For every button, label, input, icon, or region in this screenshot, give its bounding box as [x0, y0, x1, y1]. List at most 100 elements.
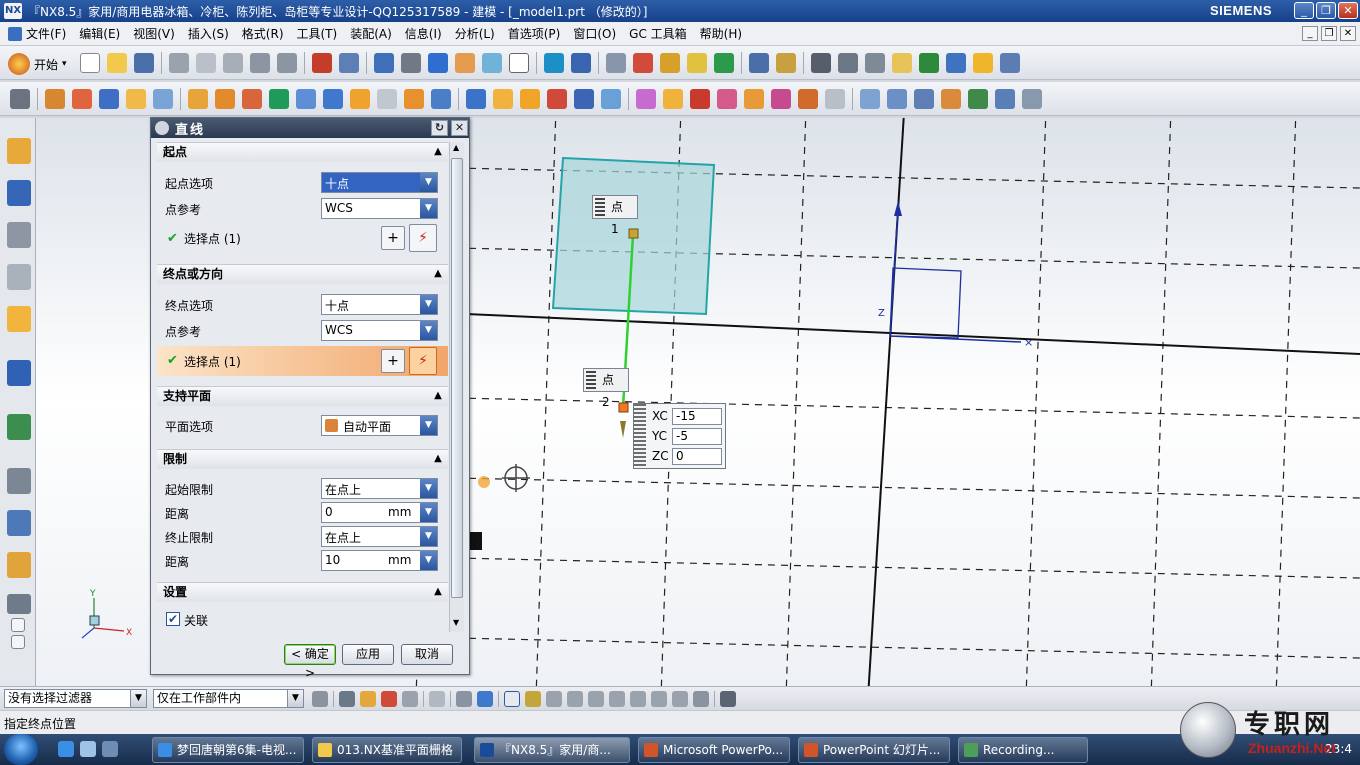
- section-settings[interactable]: 设置 ▲: [157, 582, 448, 602]
- snap-icon[interactable]: [687, 53, 707, 73]
- unite-icon[interactable]: [636, 89, 656, 109]
- show-desktop-icon[interactable]: [80, 741, 96, 757]
- reset-icon[interactable]: ↻: [431, 120, 448, 136]
- menu-view[interactable]: 视图(V): [133, 25, 175, 42]
- reuse-library-icon[interactable]: [7, 264, 31, 290]
- offset-icon[interactable]: [323, 89, 343, 109]
- move-face-icon[interactable]: [771, 89, 791, 109]
- end-limit-select[interactable]: 在点上 ▼: [321, 526, 438, 547]
- menu-tools[interactable]: 工具(T): [297, 25, 338, 42]
- tool-green-icon[interactable]: [919, 53, 939, 73]
- distance2-input[interactable]: 10 mm ▼: [321, 550, 438, 571]
- feature-icon[interactable]: [544, 53, 564, 73]
- clock-icon[interactable]: [7, 468, 31, 494]
- ie-icon[interactable]: [58, 741, 74, 757]
- end-select-point-row[interactable]: ✔ 选择点 (1) + ⚡: [157, 346, 448, 376]
- close-button[interactable]: ✕: [1338, 2, 1358, 19]
- save-icon[interactable]: [134, 53, 154, 73]
- intersect-icon[interactable]: [690, 89, 710, 109]
- task-recording[interactable]: Recording...: [958, 737, 1088, 763]
- mid-point-snap-icon[interactable]: [546, 691, 562, 707]
- frame-icon[interactable]: [811, 53, 831, 73]
- menu-window[interactable]: 窗口(O): [573, 25, 616, 42]
- point-dialog-icon[interactable]: +: [381, 226, 405, 250]
- nx-menu-icon[interactable]: [8, 26, 22, 41]
- through-curves-icon[interactable]: [887, 89, 907, 109]
- distance1-input[interactable]: 0 mm ▼: [321, 502, 438, 523]
- roles-icon[interactable]: [7, 594, 31, 614]
- chevron-down-icon[interactable]: ▼: [420, 503, 437, 522]
- windows-start-icon[interactable]: [4, 734, 38, 765]
- type-filter-select[interactable]: 没有选择过滤器 ▼: [4, 689, 147, 708]
- package-icon[interactable]: [973, 53, 993, 73]
- section-limits[interactable]: 限制 ▲: [157, 449, 448, 469]
- undo-icon[interactable]: [250, 53, 270, 73]
- extrude-icon[interactable]: [571, 53, 591, 73]
- scroll-down-icon[interactable]: [11, 635, 25, 649]
- measure-icon[interactable]: [660, 53, 680, 73]
- menu-file[interactable]: 文件(F): [26, 25, 66, 42]
- start-ref-select[interactable]: WCS ▼: [321, 198, 438, 219]
- start-point-marker[interactable]: [628, 228, 639, 239]
- information-icon[interactable]: [339, 53, 359, 73]
- swept-icon[interactable]: [914, 89, 934, 109]
- render-style-icon[interactable]: [401, 53, 421, 73]
- control-point-snap-icon[interactable]: [567, 691, 583, 707]
- menu-gc-toolbox[interactable]: GC 工具箱: [629, 25, 687, 42]
- palette-icon[interactable]: [7, 510, 31, 536]
- minimize-button[interactable]: _: [1294, 2, 1314, 19]
- delete-face-icon[interactable]: [798, 89, 818, 109]
- hd3d-icon[interactable]: [7, 306, 31, 332]
- hole-icon[interactable]: [574, 89, 594, 109]
- mdi-close-button[interactable]: ✕: [1340, 26, 1356, 41]
- dialog-scrollbar[interactable]: ▲ ▼: [449, 142, 464, 632]
- task-slideshow[interactable]: PowerPoint 幻灯片...: [798, 737, 950, 763]
- end-ref-select[interactable]: WCS ▼: [321, 320, 438, 341]
- inferred-point-icon[interactable]: ⚡: [409, 224, 437, 252]
- wireframe-icon[interactable]: [601, 89, 621, 109]
- cylinder-icon[interactable]: [72, 89, 92, 109]
- constraint-navigator-icon[interactable]: [7, 180, 31, 206]
- section-start-point[interactable]: 起点 ▲: [157, 142, 448, 162]
- menu-assembly[interactable]: 装配(A): [350, 25, 392, 42]
- existing-point-snap-icon[interactable]: [651, 691, 667, 707]
- mdi-restore-button[interactable]: ❐: [1321, 26, 1337, 41]
- end-point-snap-icon[interactable]: [525, 691, 541, 707]
- menu-insert[interactable]: 插入(S): [188, 25, 229, 42]
- point-on-curve-snap-icon[interactable]: [672, 691, 688, 707]
- end-option-select[interactable]: 十点 ▼: [321, 294, 438, 315]
- menu-analysis[interactable]: 分析(L): [455, 25, 495, 42]
- collapse-icon[interactable]: ▲: [432, 268, 444, 280]
- menu-preferences[interactable]: 首选项(P): [508, 25, 561, 42]
- rectangle-select-icon[interactable]: [429, 691, 445, 707]
- task-video[interactable]: 梦回唐朝第6集-电视...: [152, 737, 304, 763]
- ok-button[interactable]: < 确定 >: [284, 644, 336, 680]
- fit-view-icon[interactable]: [374, 53, 394, 73]
- snap-enable-icon[interactable]: [504, 691, 520, 707]
- draft-icon[interactable]: [547, 89, 567, 109]
- law-icon[interactable]: [1022, 89, 1042, 109]
- shell-icon[interactable]: [377, 89, 397, 109]
- thicken-icon[interactable]: [431, 89, 451, 109]
- system-materials-icon[interactable]: [7, 552, 31, 578]
- menu-information[interactable]: 信息(I): [405, 25, 442, 42]
- stack-icon[interactable]: [838, 53, 858, 73]
- collapse-icon[interactable]: ▲: [432, 453, 444, 465]
- collapse-icon[interactable]: ▲: [432, 390, 444, 402]
- intersection-snap-icon[interactable]: [588, 691, 604, 707]
- start-select-point-row[interactable]: ✔ 选择点 (1) + ⚡: [157, 224, 448, 252]
- datum-plane-icon[interactable]: [188, 89, 208, 109]
- point-set-icon[interactable]: [215, 89, 235, 109]
- sphere-icon[interactable]: [126, 89, 146, 109]
- section-support-plane[interactable]: 支持平面 ▲: [157, 386, 448, 406]
- close-icon[interactable]: ✕: [451, 120, 468, 136]
- sheet-icon[interactable]: [865, 53, 885, 73]
- assembly-navigator-icon[interactable]: [7, 138, 31, 164]
- constraint-icon[interactable]: [633, 53, 653, 73]
- grid-snap-icon[interactable]: [720, 691, 736, 707]
- body-select-icon[interactable]: [456, 691, 472, 707]
- collapse-icon[interactable]: ▲: [432, 586, 444, 598]
- task-nx[interactable]: 『NX8.5』家用/商...: [474, 737, 630, 763]
- grid-icon[interactable]: [10, 89, 30, 109]
- scroll-down-icon[interactable]: ▼: [453, 618, 459, 627]
